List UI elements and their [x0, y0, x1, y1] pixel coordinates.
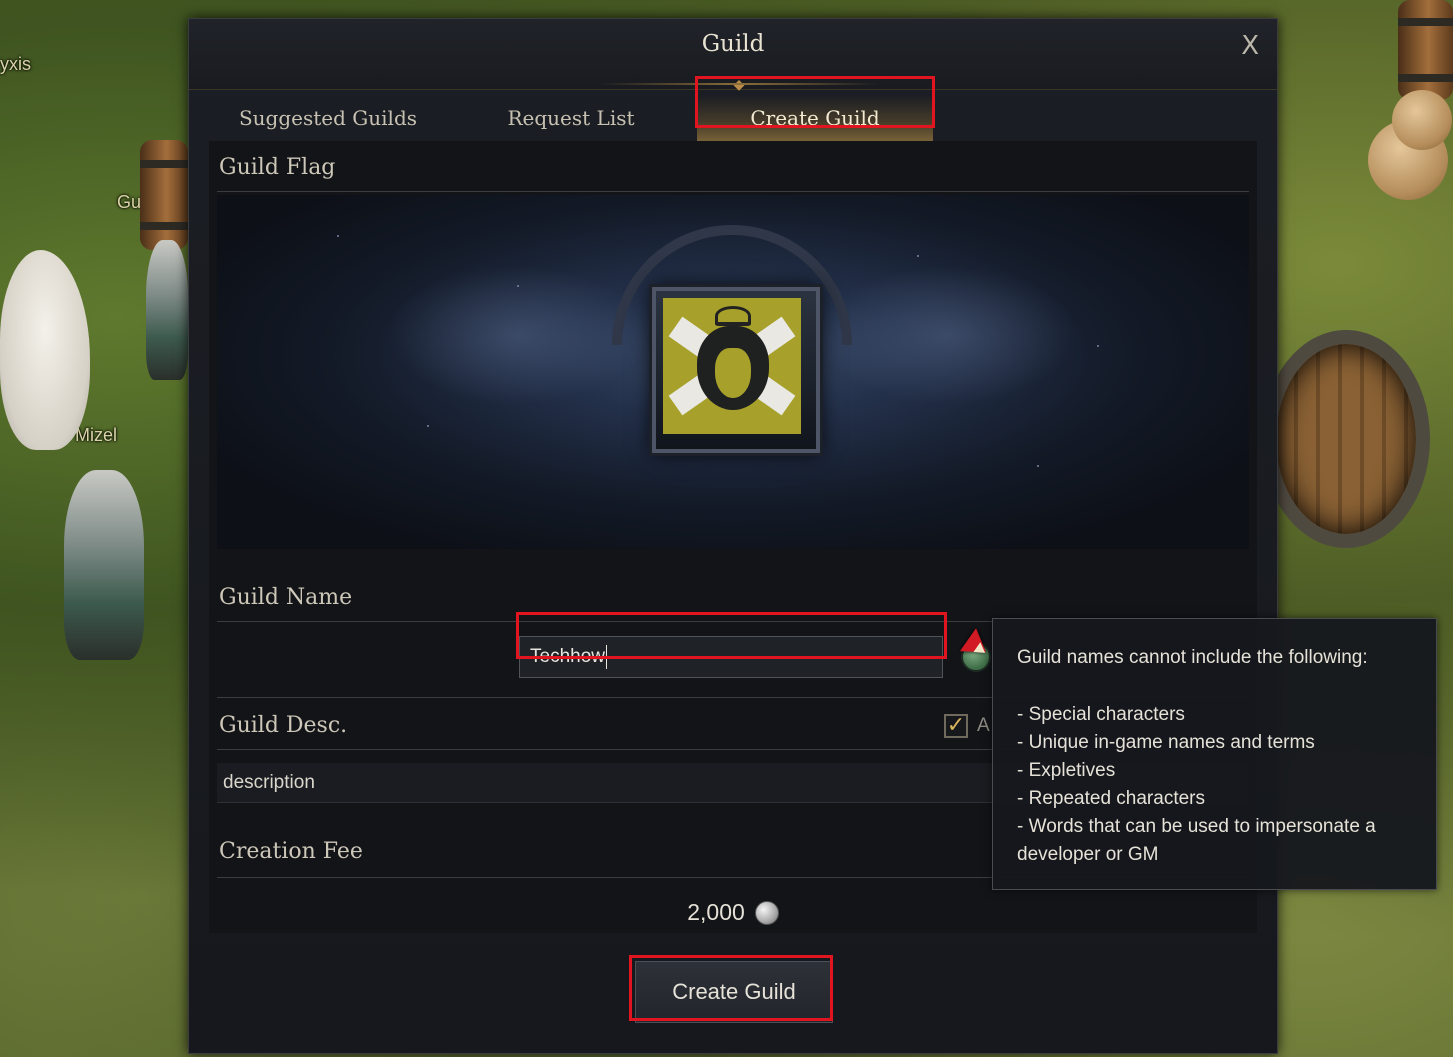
- guild-name-rules-tooltip: Guild names cannot include the following…: [992, 618, 1437, 890]
- close-button[interactable]: X: [1241, 31, 1259, 61]
- wooden-shield-prop: [1262, 330, 1430, 548]
- guild-flag-preview: [217, 195, 1249, 549]
- tooltip-item: Unique in-game names and terms: [1017, 729, 1422, 757]
- lion-flag-emblem[interactable]: [663, 298, 801, 434]
- creation-fee-amount: 2,000: [687, 899, 745, 925]
- guard-npc: [64, 470, 144, 660]
- tooltip-item: Words that can be used to impersonate a …: [1017, 813, 1422, 869]
- guard-npc: [146, 240, 188, 380]
- tab-request-list[interactable]: Request List: [453, 95, 689, 143]
- title-ornament-icon: ◆: [599, 74, 879, 94]
- guild-name-value: Techhow: [530, 646, 605, 667]
- creation-fee-heading: Creation Fee: [219, 839, 363, 864]
- tooltip-item: Repeated characters: [1017, 785, 1422, 813]
- tooltip-item: Expletives: [1017, 757, 1422, 785]
- crown-icon: [715, 306, 751, 326]
- creation-fee-row: 2,000: [209, 899, 1257, 926]
- guild-flag-heading: Guild Flag: [219, 155, 336, 180]
- tab-suggested-guilds[interactable]: Suggested Guilds: [209, 95, 447, 143]
- create-guild-button[interactable]: Create Guild: [635, 961, 833, 1023]
- divider: [217, 191, 1249, 192]
- guild-desc-heading: Guild Desc.: [219, 713, 348, 738]
- dialog-title: Guild: [701, 31, 765, 57]
- tooltip-list: Special characters Unique in-game names …: [1017, 701, 1422, 869]
- barrel-prop: [1398, 0, 1453, 100]
- add-to-suggested-checkbox[interactable]: ✓: [944, 714, 968, 738]
- guild-dialog: Guild ◆ X Suggested Guilds Request List …: [188, 18, 1278, 1054]
- barrel-prop: [140, 140, 188, 250]
- crest-wing-left: [387, 265, 647, 405]
- sack-prop: [1392, 90, 1452, 150]
- silver-coin-icon: [754, 900, 779, 925]
- guild-name-heading: Guild Name: [219, 585, 353, 610]
- npc-name-label: yxis: [0, 54, 31, 74]
- tooltip-heading: Guild names cannot include the following…: [1017, 647, 1368, 668]
- tab-create-guild[interactable]: Create Guild: [697, 95, 933, 143]
- guild-name-input[interactable]: Techhow: [519, 636, 943, 678]
- text-caret: [606, 644, 607, 669]
- crest-wing-right: [817, 265, 1077, 405]
- checkbox-label: A: [977, 715, 990, 736]
- horse: [0, 250, 90, 450]
- dialog-header: Guild ◆ X: [189, 19, 1277, 92]
- tooltip-item: Special characters: [1017, 701, 1422, 729]
